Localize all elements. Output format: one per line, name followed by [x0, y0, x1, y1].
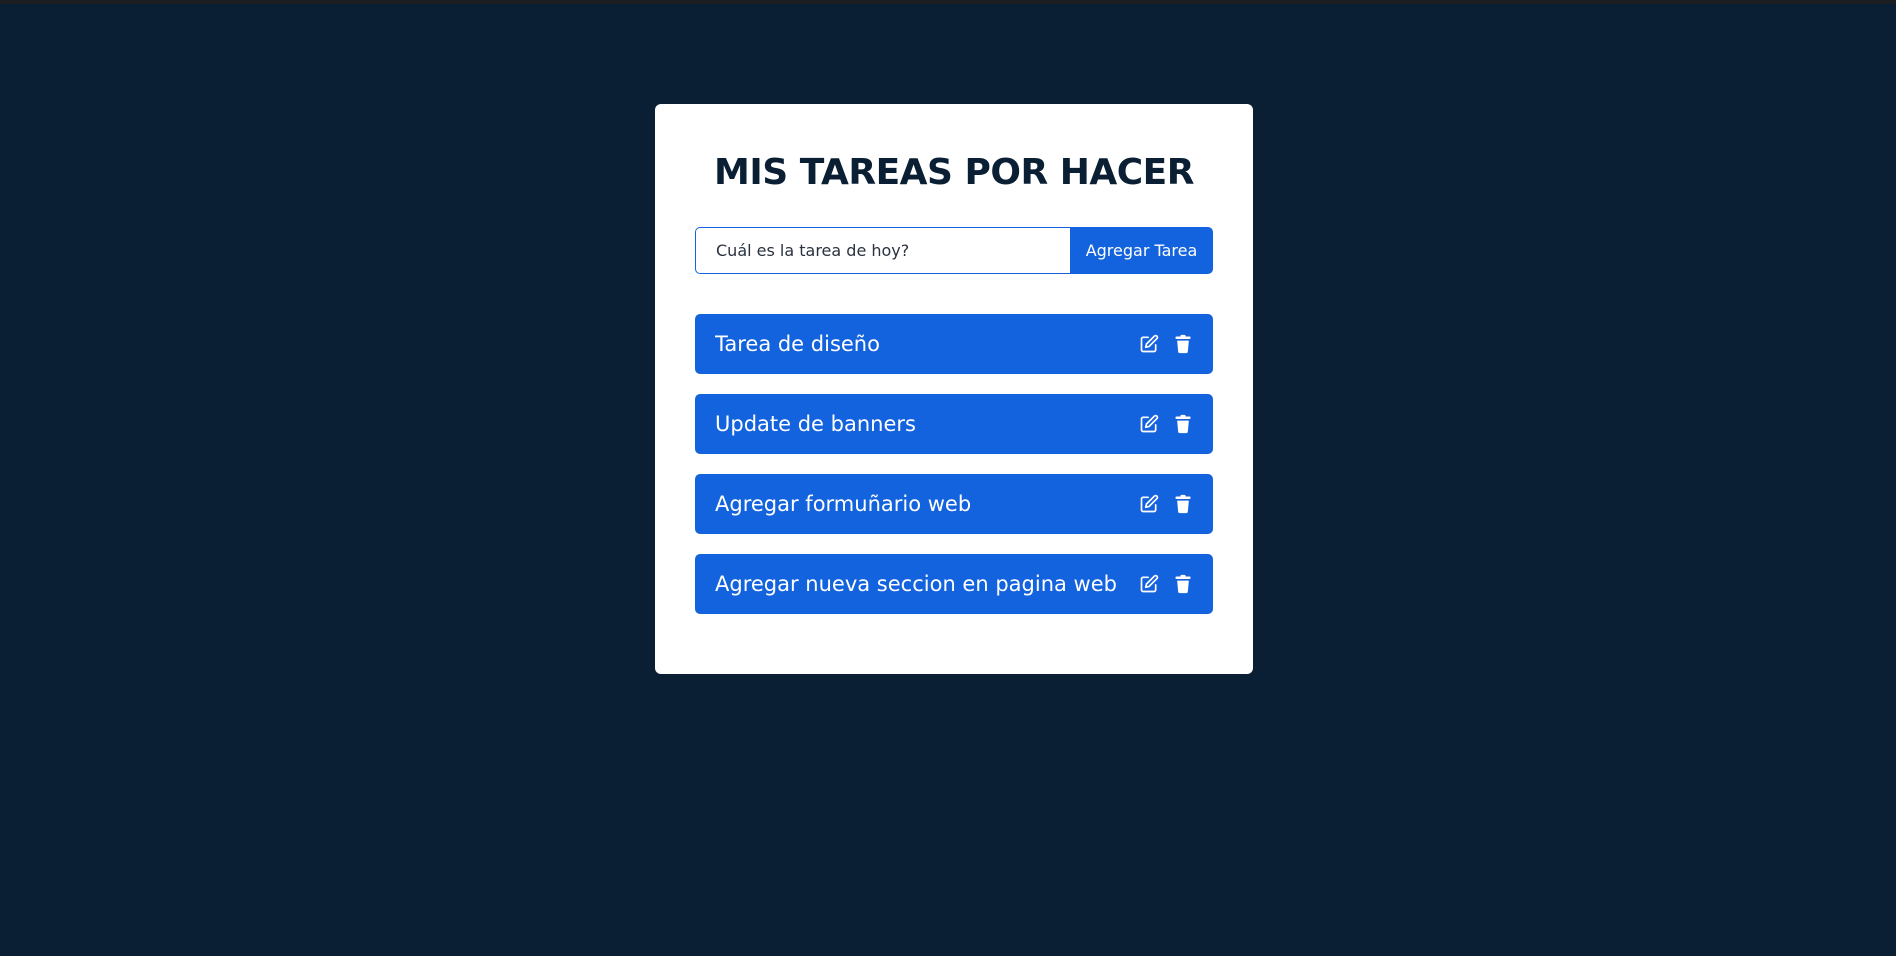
- task-list: Tarea de diseño Update de banners Agrega…: [695, 314, 1213, 634]
- task-text: Update de banners: [715, 412, 916, 436]
- task-actions: [1139, 334, 1193, 354]
- trash-icon[interactable]: [1173, 414, 1193, 434]
- edit-icon[interactable]: [1139, 334, 1159, 354]
- task-input[interactable]: [695, 227, 1070, 274]
- trash-icon[interactable]: [1173, 334, 1193, 354]
- task-item: Agregar formuñario web: [695, 474, 1213, 534]
- page-title: MIS TAREAS POR HACER: [714, 152, 1194, 193]
- add-task-form: Agregar Tarea: [695, 227, 1213, 274]
- add-task-button[interactable]: Agregar Tarea: [1070, 227, 1213, 274]
- task-text: Agregar nueva seccion en pagina web: [715, 572, 1117, 596]
- task-actions: [1139, 574, 1193, 594]
- edit-icon[interactable]: [1139, 494, 1159, 514]
- todo-card: MIS TAREAS POR HACER Agregar Tarea Tarea…: [655, 104, 1253, 674]
- task-actions: [1139, 494, 1193, 514]
- task-item: Agregar nueva seccion en pagina web: [695, 554, 1213, 614]
- trash-icon[interactable]: [1173, 494, 1193, 514]
- task-item: Update de banners: [695, 394, 1213, 454]
- edit-icon[interactable]: [1139, 414, 1159, 434]
- trash-icon[interactable]: [1173, 574, 1193, 594]
- task-text: Agregar formuñario web: [715, 492, 972, 516]
- edit-icon[interactable]: [1139, 574, 1159, 594]
- task-actions: [1139, 414, 1193, 434]
- window-top-strip: [0, 0, 1896, 4]
- task-item: Tarea de diseño: [695, 314, 1213, 374]
- task-text: Tarea de diseño: [715, 332, 880, 356]
